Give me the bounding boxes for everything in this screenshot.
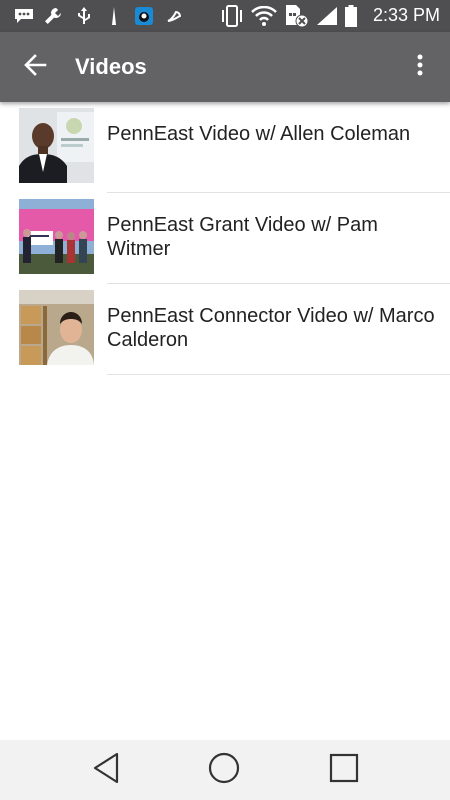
circle-home-icon [208,752,240,788]
app-bar: Videos [0,32,450,102]
video-title: PennEast Video w/ Allen Coleman [107,123,411,145]
page-title: Videos [75,54,147,79]
wrench-icon [42,6,64,26]
wifi-icon [250,6,278,26]
video-title: PennEast Grant Video w/ Pam Witmer [107,214,378,260]
video-list: PennEast Video w/ Allen Coleman PennEast… [0,102,450,375]
signal-icon [314,6,340,26]
video-list-item[interactable]: PennEast Connector Video w/ Marco Calder… [0,284,450,375]
arrow-back-icon [23,54,47,80]
battery-icon [344,5,358,27]
overflow-menu-button[interactable] [408,52,432,82]
chat-icon [12,6,36,26]
video-thumbnail [19,108,94,183]
tool-icon [166,6,184,26]
video-list-item[interactable]: PennEast Grant Video w/ Pam Witmer [0,193,450,284]
divider [107,374,450,375]
video-thumbnail [19,199,94,274]
back-button[interactable] [18,52,52,82]
system-nav-bar [0,740,450,800]
video-thumbnail [19,290,94,365]
nav-home-button[interactable] [204,752,244,788]
app-icon [134,6,154,26]
nav-recents-button[interactable] [324,752,364,788]
square-recents-icon [329,753,359,787]
video-list-item[interactable]: PennEast Video w/ Allen Coleman [0,102,450,193]
more-vert-icon [417,54,423,80]
video-title: PennEast Connector Video w/ Marco Calder… [107,305,435,351]
triangle-back-icon [91,752,121,788]
sim-icon [284,5,310,28]
usb-icon [76,6,92,26]
status-bar: 2:33 PM [0,0,450,32]
antenna-icon [108,6,120,26]
nav-back-button[interactable] [86,752,126,788]
vibrate-icon [220,5,244,27]
status-time: 2:33 PM [372,5,440,25]
